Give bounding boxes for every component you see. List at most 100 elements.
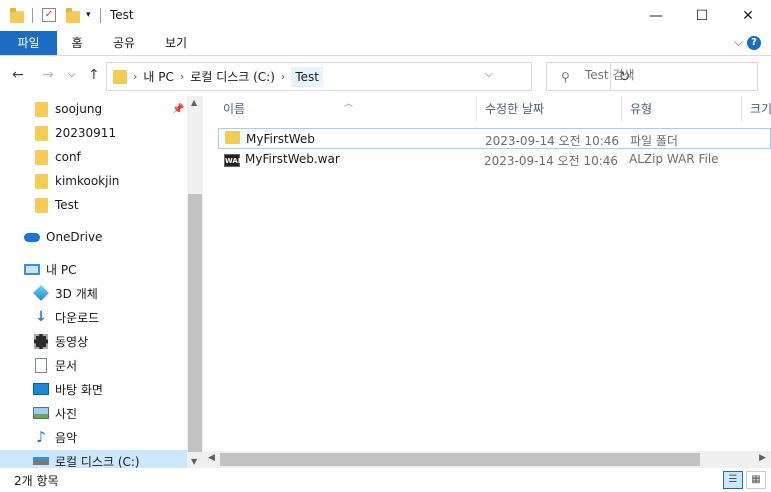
customize-quick-access-icon[interactable]: ▾ [86, 10, 91, 28]
properties-icon[interactable]: ✓ [42, 8, 56, 22]
horizontal-scrollbar[interactable]: ◀ ▶ [203, 451, 771, 468]
column-header-type[interactable]: 유형 [622, 96, 742, 122]
folder-icon [10, 7, 24, 25]
search-box[interactable]: ⚲ [546, 62, 758, 91]
tab-share[interactable]: 공유 [104, 31, 144, 55]
file-name: MyFirstWeb.war [245, 152, 340, 166]
file-type: 파일 폴더 [630, 134, 678, 148]
chevron-right-icon[interactable]: › [180, 70, 184, 83]
sidebar-item-conf[interactable]: conf [33, 146, 81, 168]
sidebar-item-label: 사진 [55, 406, 78, 421]
sidebar-item-label: 음악 [55, 430, 78, 445]
ribbon-tabs: 파일 홈 공유 보기 ⌵ ? [0, 31, 771, 56]
column-headers: 이름 수정한 날짜 유형 크기 [215, 96, 771, 122]
column-header-name[interactable]: 이름 [215, 96, 477, 122]
address-bar[interactable]: › 내 PC › 로컬 디스크 (C:) › Test ⌵ ↻ [106, 62, 630, 91]
folder-icon [113, 69, 127, 84]
sidebar-item-videos[interactable]: 동영상 [33, 330, 88, 352]
document-icon [35, 357, 47, 373]
divider [32, 8, 33, 23]
computer-icon [24, 263, 40, 275]
address-dropdown-icon[interactable]: ⌵ [485, 69, 493, 80]
folder-icon [225, 131, 240, 144]
sidebar-item-3d-objects[interactable]: 3D 개체 [33, 282, 98, 304]
sidebar-item-label: kimkookjin [55, 174, 120, 188]
sidebar-item-label: 다운로드 [55, 310, 100, 325]
column-header-modified[interactable]: 수정한 날짜 [477, 96, 622, 122]
column-header-size[interactable]: 크기 [742, 96, 771, 122]
sidebar-item-kimkookjin[interactable]: kimkookjin [33, 170, 119, 192]
item-count: 2개 항목 [14, 474, 59, 488]
scrollbar-thumb[interactable] [220, 453, 700, 466]
minimize-button[interactable]: — [633, 0, 679, 31]
details-view-icon[interactable]: ☰ [723, 471, 743, 489]
sidebar-item-20230911[interactable]: 20230911 [33, 122, 116, 144]
folder-icon [34, 173, 48, 189]
cloud-icon [24, 232, 40, 242]
search-input[interactable] [585, 68, 745, 82]
scroll-up-icon[interactable]: ▲ [191, 98, 197, 107]
sidebar-item-label: 내 PC [46, 262, 77, 277]
file-type: ALZip WAR File [629, 152, 719, 166]
sidebar-item-label: 20230911 [55, 126, 117, 140]
sidebar-item-label: 동영상 [55, 334, 89, 349]
tab-file[interactable]: 파일 [0, 31, 57, 55]
recent-locations-button[interactable]: ⌵ [68, 69, 76, 80]
folder-icon [34, 101, 48, 117]
picture-icon [33, 407, 49, 419]
sidebar-item-local-disk[interactable]: 로컬 디스크 (C:) [0, 450, 187, 468]
tab-home[interactable]: 홈 [60, 31, 94, 55]
sidebar-item-label: 3D 개체 [55, 286, 98, 301]
sidebar-item-label: 문서 [55, 358, 78, 373]
chevron-right-icon[interactable]: › [281, 70, 285, 83]
sidebar-item-desktop[interactable]: 바탕 화면 [33, 378, 103, 400]
help-icon[interactable]: ? [747, 36, 761, 50]
divider [100, 8, 101, 23]
forward-button[interactable]: → [42, 67, 54, 83]
file-row[interactable]: WAR MyFirstWeb.war 2023-09-14 오전 10:46 A… [218, 149, 771, 170]
file-modified: 2023-09-14 오전 10:46 [485, 134, 620, 148]
scroll-down-icon[interactable]: ▼ [191, 457, 197, 466]
status-bar: 2개 항목 ☰ ▦ [0, 468, 771, 492]
breadcrumb-local-disk[interactable]: 로컬 디스크 (C:) [190, 68, 275, 85]
breadcrumb-test[interactable]: Test [291, 66, 323, 87]
sidebar-item-pictures[interactable]: 사진 [33, 402, 77, 424]
folder-icon [34, 197, 48, 213]
war-file-icon: WAR [224, 154, 243, 167]
sidebar-item-music[interactable]: ♪ 음악 [33, 426, 77, 448]
up-button[interactable]: ↑ [88, 67, 100, 83]
new-folder-icon[interactable] [66, 7, 80, 25]
breadcrumb-this-pc[interactable]: 내 PC [143, 68, 173, 85]
sidebar-item-documents[interactable]: 문서 [33, 354, 77, 376]
back-button[interactable]: ← [12, 67, 24, 83]
download-icon: ↓ [35, 309, 47, 325]
navigation-pane: soojung 📌 20230911 conf kimkookjin Test … [0, 96, 203, 468]
desktop-icon [33, 383, 49, 395]
music-note-icon: ♪ [36, 428, 46, 446]
navigation-scrollbar[interactable]: ▲ ▼ [187, 96, 203, 468]
file-row[interactable]: MyFirstWeb 2023-09-14 오전 10:46 파일 폴더 [218, 128, 771, 149]
maximize-button[interactable]: ☐ [679, 0, 725, 31]
chevron-right-icon[interactable]: › [133, 70, 137, 83]
folder-icon [34, 149, 48, 165]
file-modified: 2023-09-14 오전 10:46 [484, 154, 619, 168]
scroll-right-icon[interactable]: ▶ [759, 453, 766, 463]
sidebar-item-downloads[interactable]: ↓ 다운로드 [33, 306, 99, 328]
sidebar-item-label: Test [55, 198, 79, 212]
scrollbar-thumb[interactable] [188, 194, 202, 452]
sidebar-item-onedrive[interactable]: OneDrive [24, 226, 102, 248]
film-icon [34, 333, 48, 349]
large-icons-view-icon[interactable]: ▦ [746, 471, 766, 489]
expand-ribbon-icon[interactable]: ⌵ [734, 35, 743, 50]
sidebar-item-soojung[interactable]: soojung [33, 98, 102, 120]
window-title: Test [110, 8, 134, 22]
pin-icon[interactable]: 📌 [172, 104, 184, 115]
sidebar-item-this-pc[interactable]: 내 PC [24, 258, 76, 280]
folder-icon [34, 125, 48, 141]
scroll-left-icon[interactable]: ◀ [208, 453, 215, 463]
close-button[interactable]: ✕ [725, 0, 771, 31]
tab-view[interactable]: 보기 [156, 31, 196, 55]
sidebar-item-test[interactable]: Test [33, 194, 79, 216]
sidebar-item-label: soojung [55, 102, 103, 116]
drive-icon [33, 457, 49, 465]
